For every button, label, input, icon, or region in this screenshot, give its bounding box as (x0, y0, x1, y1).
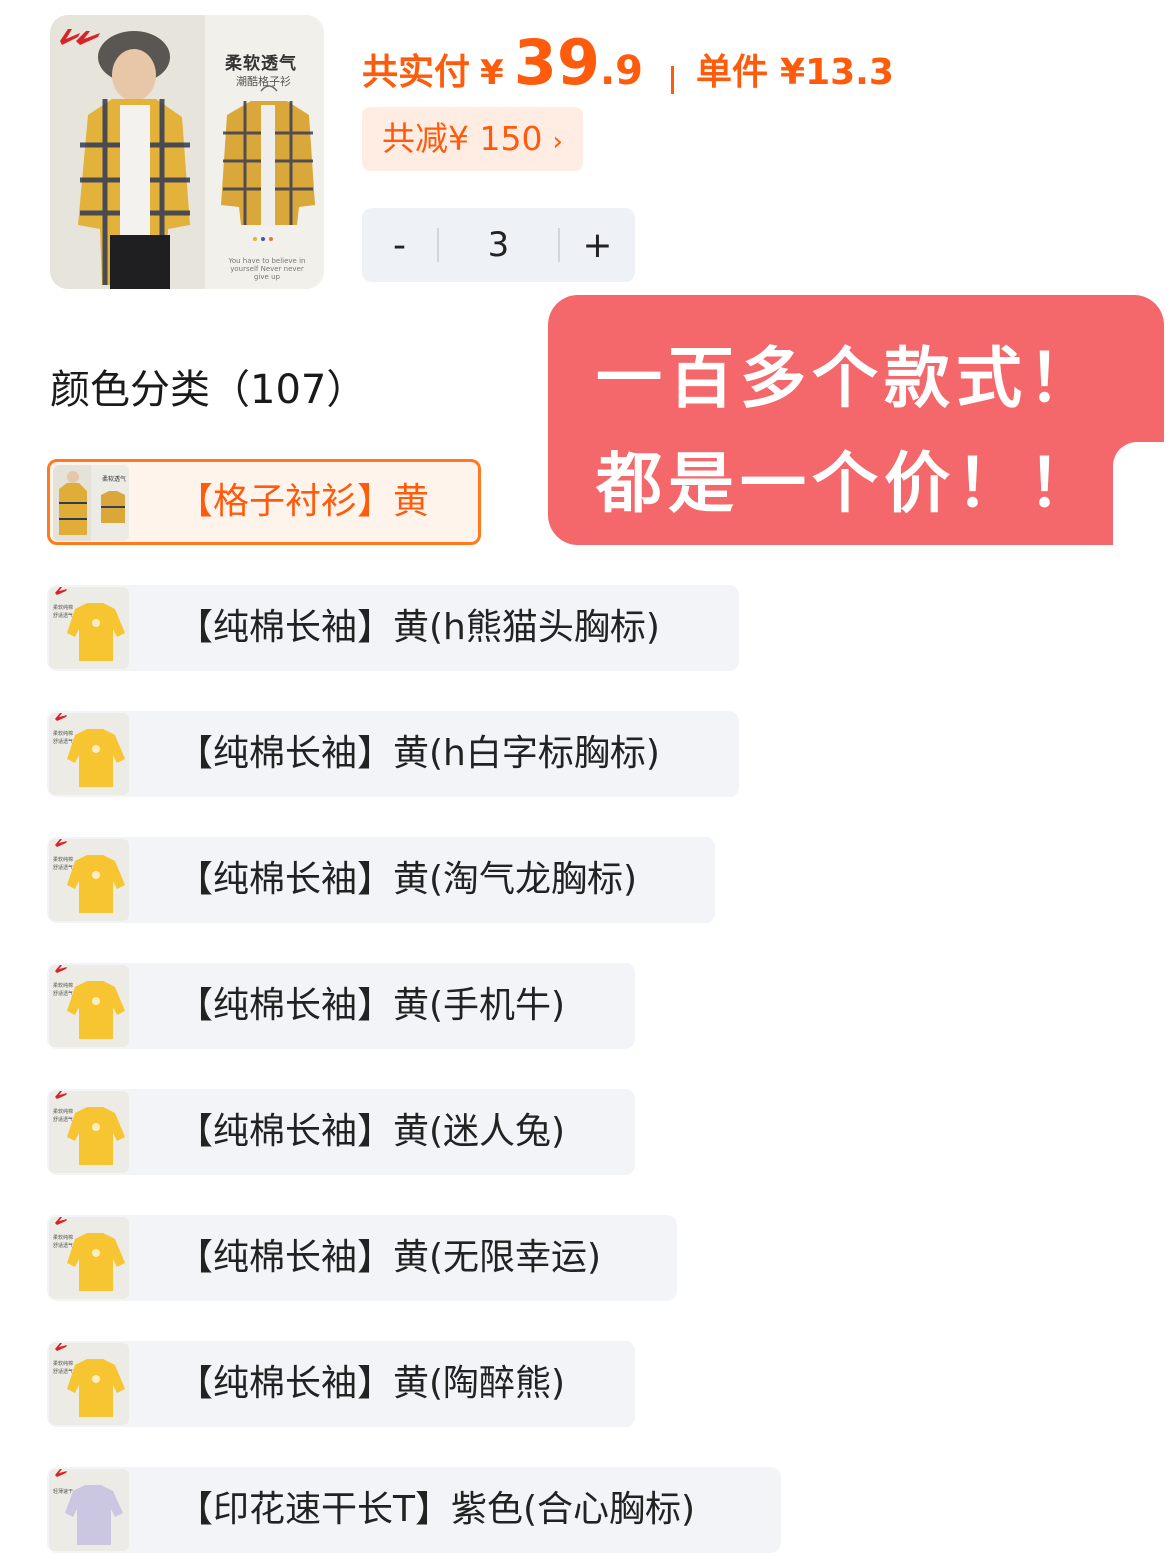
unit-price-value: ¥13.3 (780, 52, 894, 93)
price-integer: 39 (513, 26, 600, 99)
variant-option[interactable]: 柔软纯棉 舒适透气 【纯棉长袖】黄(无限幸运) (47, 1215, 677, 1301)
variant-option[interactable]: 柔软纯棉 舒适透气 【纯棉长袖】黄(h白字标胸标) (47, 711, 739, 797)
svg-text:舒适透气: 舒适透气 (53, 1242, 73, 1249)
variant-label: 【纯棉长袖】黄(无限幸运) (177, 1237, 602, 1278)
variant-label: 【纯棉长袖】黄(迷人兔) (177, 1111, 566, 1152)
variant-option[interactable]: 柔软纯棉 舒适透气 【纯棉长袖】黄(h熊猫头胸标) (47, 585, 739, 671)
quantity-value[interactable]: 3 (439, 225, 558, 265)
banner-title: 柔软透气 (225, 54, 297, 74)
variant-option[interactable]: 轻薄速干 【印花速干长T】紫色(合心胸标) (47, 1467, 781, 1553)
yellow-tee-icon: 柔软纯棉舒适透气 (53, 1343, 125, 1417)
annotation-bubble: 一百多个款式！ 都是一个价！！ (548, 295, 1164, 545)
yellow-tee-thumbnail: 柔软纯棉 舒适透气 (49, 587, 129, 669)
yellow-tee-icon: 柔软纯棉舒适透气 (53, 965, 125, 1039)
svg-text:舒适透气: 舒适透气 (53, 1116, 73, 1123)
purple-tee-thumbnail: 轻薄速干 (49, 1469, 129, 1551)
decrease-button[interactable]: - (362, 225, 437, 266)
variant-label: 【纯棉长袖】黄(陶醉熊) (177, 1363, 566, 1404)
yellow-tee-thumbnail: 柔软纯棉 舒适透气 (49, 1343, 129, 1425)
variant-option[interactable]: 柔软透气【格子衬衫】黄 (47, 459, 481, 545)
variant-label: 【格子衬衫】黄 (177, 481, 430, 522)
discount-amount: ¥ 150 (448, 119, 543, 158)
yellow-tee-icon: 柔软纯棉舒适透气 (53, 1091, 125, 1165)
variant-label: 【纯棉长袖】黄(淘气龙胸标) (177, 859, 638, 900)
variant-option[interactable]: 柔软纯棉 舒适透气 【纯棉长袖】黄(淘气龙胸标) (47, 837, 715, 923)
price-decimal: .9 (599, 48, 643, 94)
brand-logo-icon (60, 29, 100, 45)
plaid-shirt-thumbnail: 柔软透气 (53, 465, 129, 541)
svg-text:舒适透气: 舒适透气 (53, 990, 73, 997)
discount-label: 共减 (382, 119, 448, 158)
svg-text:柔软纯棉: 柔软纯棉 (53, 856, 73, 863)
svg-text:舒适透气: 舒适透气 (53, 1368, 73, 1375)
svg-text:柔软纯棉: 柔软纯棉 (53, 1234, 73, 1241)
svg-text:柔软纯棉: 柔软纯棉 (53, 1108, 73, 1115)
annotation-line-1: 一百多个款式！ (596, 340, 1100, 417)
yellow-tee-thumbnail: 柔软纯棉 舒适透气 (49, 1217, 129, 1299)
banner-tagline: You have to believe in yourself Never ne… (228, 257, 306, 281)
product-image[interactable]: 柔软透气 潮酷格子衫 You have to believe in yourse… (50, 15, 324, 289)
yellow-tee-icon: 柔软纯棉舒适透气 (53, 713, 125, 787)
price-divider (671, 65, 674, 94)
purple-tee-icon: 轻薄速干 (53, 1469, 123, 1545)
yellow-tee-icon: 柔软纯棉舒适透气 (53, 1217, 125, 1291)
plaid-shirt-icon: 柔软透气 (53, 465, 126, 541)
total-paid-label: 共实付 (362, 52, 471, 93)
banner-subtitle: 潮酷格子衫 (236, 75, 291, 88)
svg-text:舒适透气: 舒适透气 (53, 738, 73, 745)
yellow-tee-icon: 柔软纯棉舒适透气 (53, 587, 125, 661)
variant-label: 【纯棉长袖】黄(h白字标胸标) (177, 733, 660, 774)
currency-symbol: ¥ (480, 53, 504, 93)
svg-text:柔软纯棉: 柔软纯棉 (53, 1360, 73, 1367)
variant-label: 【纯棉长袖】黄(手机牛) (177, 985, 566, 1026)
variant-option[interactable]: 柔软纯棉 舒适透气 【纯棉长袖】黄(陶醉熊) (47, 1341, 635, 1427)
bubble-cutout (1113, 442, 1164, 545)
yellow-tee-icon: 柔软纯棉舒适透气 (53, 839, 125, 913)
variant-label: 【纯棉长袖】黄(h熊猫头胸标) (177, 607, 660, 648)
chevron-right-icon: › (552, 127, 563, 157)
svg-text:柔软纯棉: 柔软纯棉 (53, 604, 73, 611)
model-photo (50, 15, 205, 289)
svg-text:柔软透气: 柔软透气 (102, 475, 126, 483)
svg-text:轻薄速干: 轻薄速干 (53, 1488, 73, 1495)
increase-button[interactable]: + (560, 225, 635, 266)
quantity-stepper: - 3 + (362, 208, 635, 282)
variant-label: 【印花速干长T】紫色(合心胸标) (177, 1489, 696, 1530)
annotation-line-2: 都是一个价！！ (596, 445, 1100, 522)
yellow-tee-thumbnail: 柔软纯棉 舒适透气 (49, 839, 129, 921)
svg-text:舒适透气: 舒适透气 (53, 864, 73, 871)
variant-option[interactable]: 柔软纯棉 舒适透气 【纯棉长袖】黄(手机牛) (47, 963, 635, 1049)
yellow-tee-thumbnail: 柔软纯棉 舒适透气 (49, 713, 129, 795)
color-category-title: 颜色分类（107） (50, 367, 367, 413)
yellow-tee-thumbnail: 柔软纯棉 舒适透气 (49, 965, 129, 1047)
plaid-shirt-model-illustration (78, 31, 190, 289)
svg-text:柔软纯棉: 柔软纯棉 (53, 730, 73, 737)
svg-text:舒适透气: 舒适透气 (53, 612, 73, 619)
discount-detail-chip[interactable]: 共减¥ 150 › (362, 107, 583, 171)
price-summary: 共实付 ¥39.9 单件 ¥13.3 (362, 26, 894, 99)
variant-option[interactable]: 柔软纯棉 舒适透气 【纯棉长袖】黄(迷人兔) (47, 1089, 635, 1175)
svg-text:柔软纯棉: 柔软纯棉 (53, 982, 73, 989)
unit-price-label: 单件 (696, 52, 769, 93)
yellow-tee-thumbnail: 柔软纯棉 舒适透气 (49, 1091, 129, 1173)
